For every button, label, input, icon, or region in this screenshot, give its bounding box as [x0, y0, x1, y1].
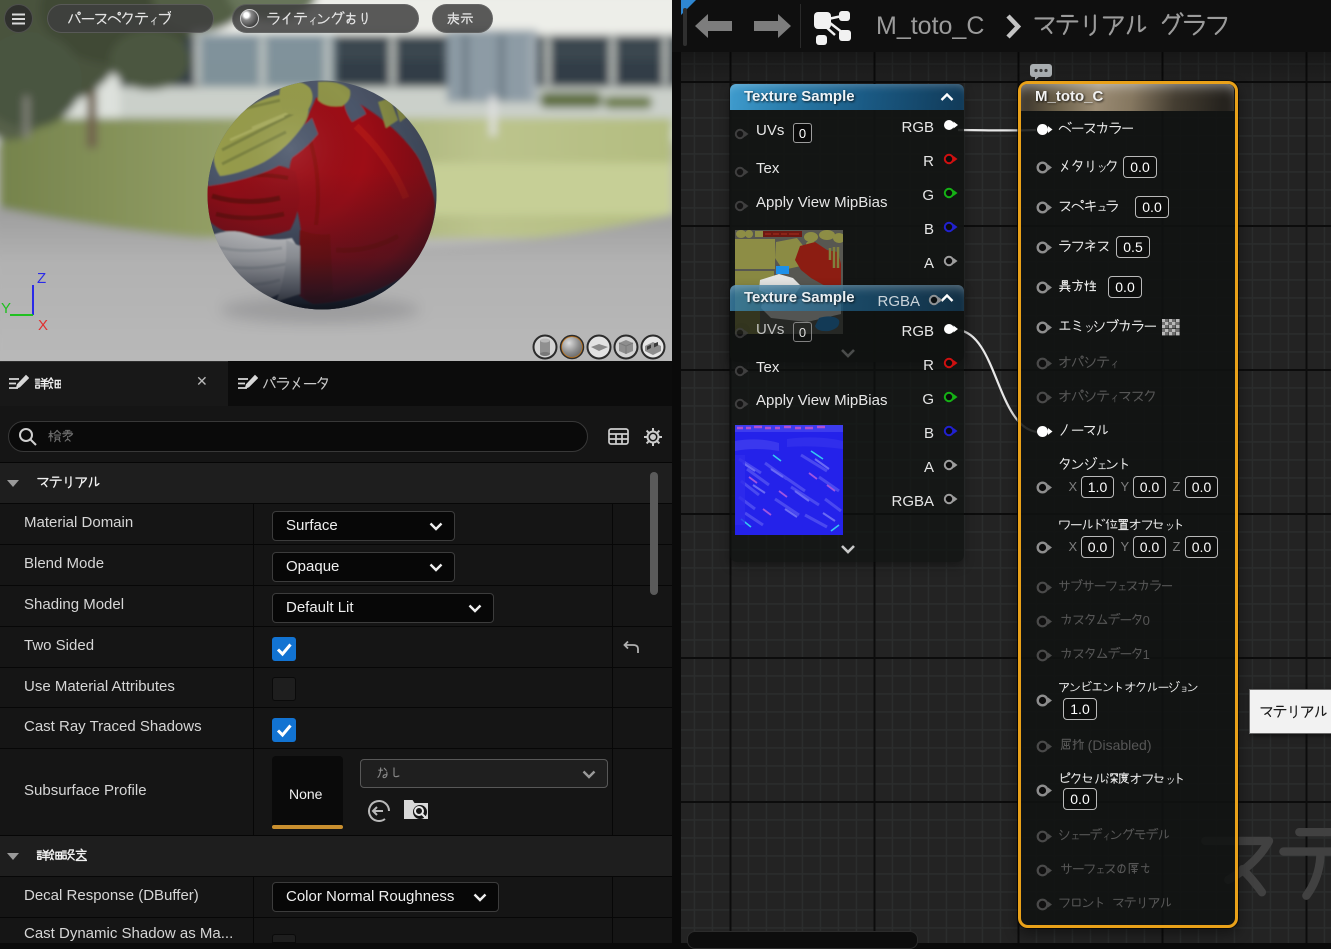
svg-text:Y: Y	[1, 300, 11, 317]
svg-text:Z: Z	[37, 270, 46, 287]
svg-text:X: X	[38, 317, 48, 334]
